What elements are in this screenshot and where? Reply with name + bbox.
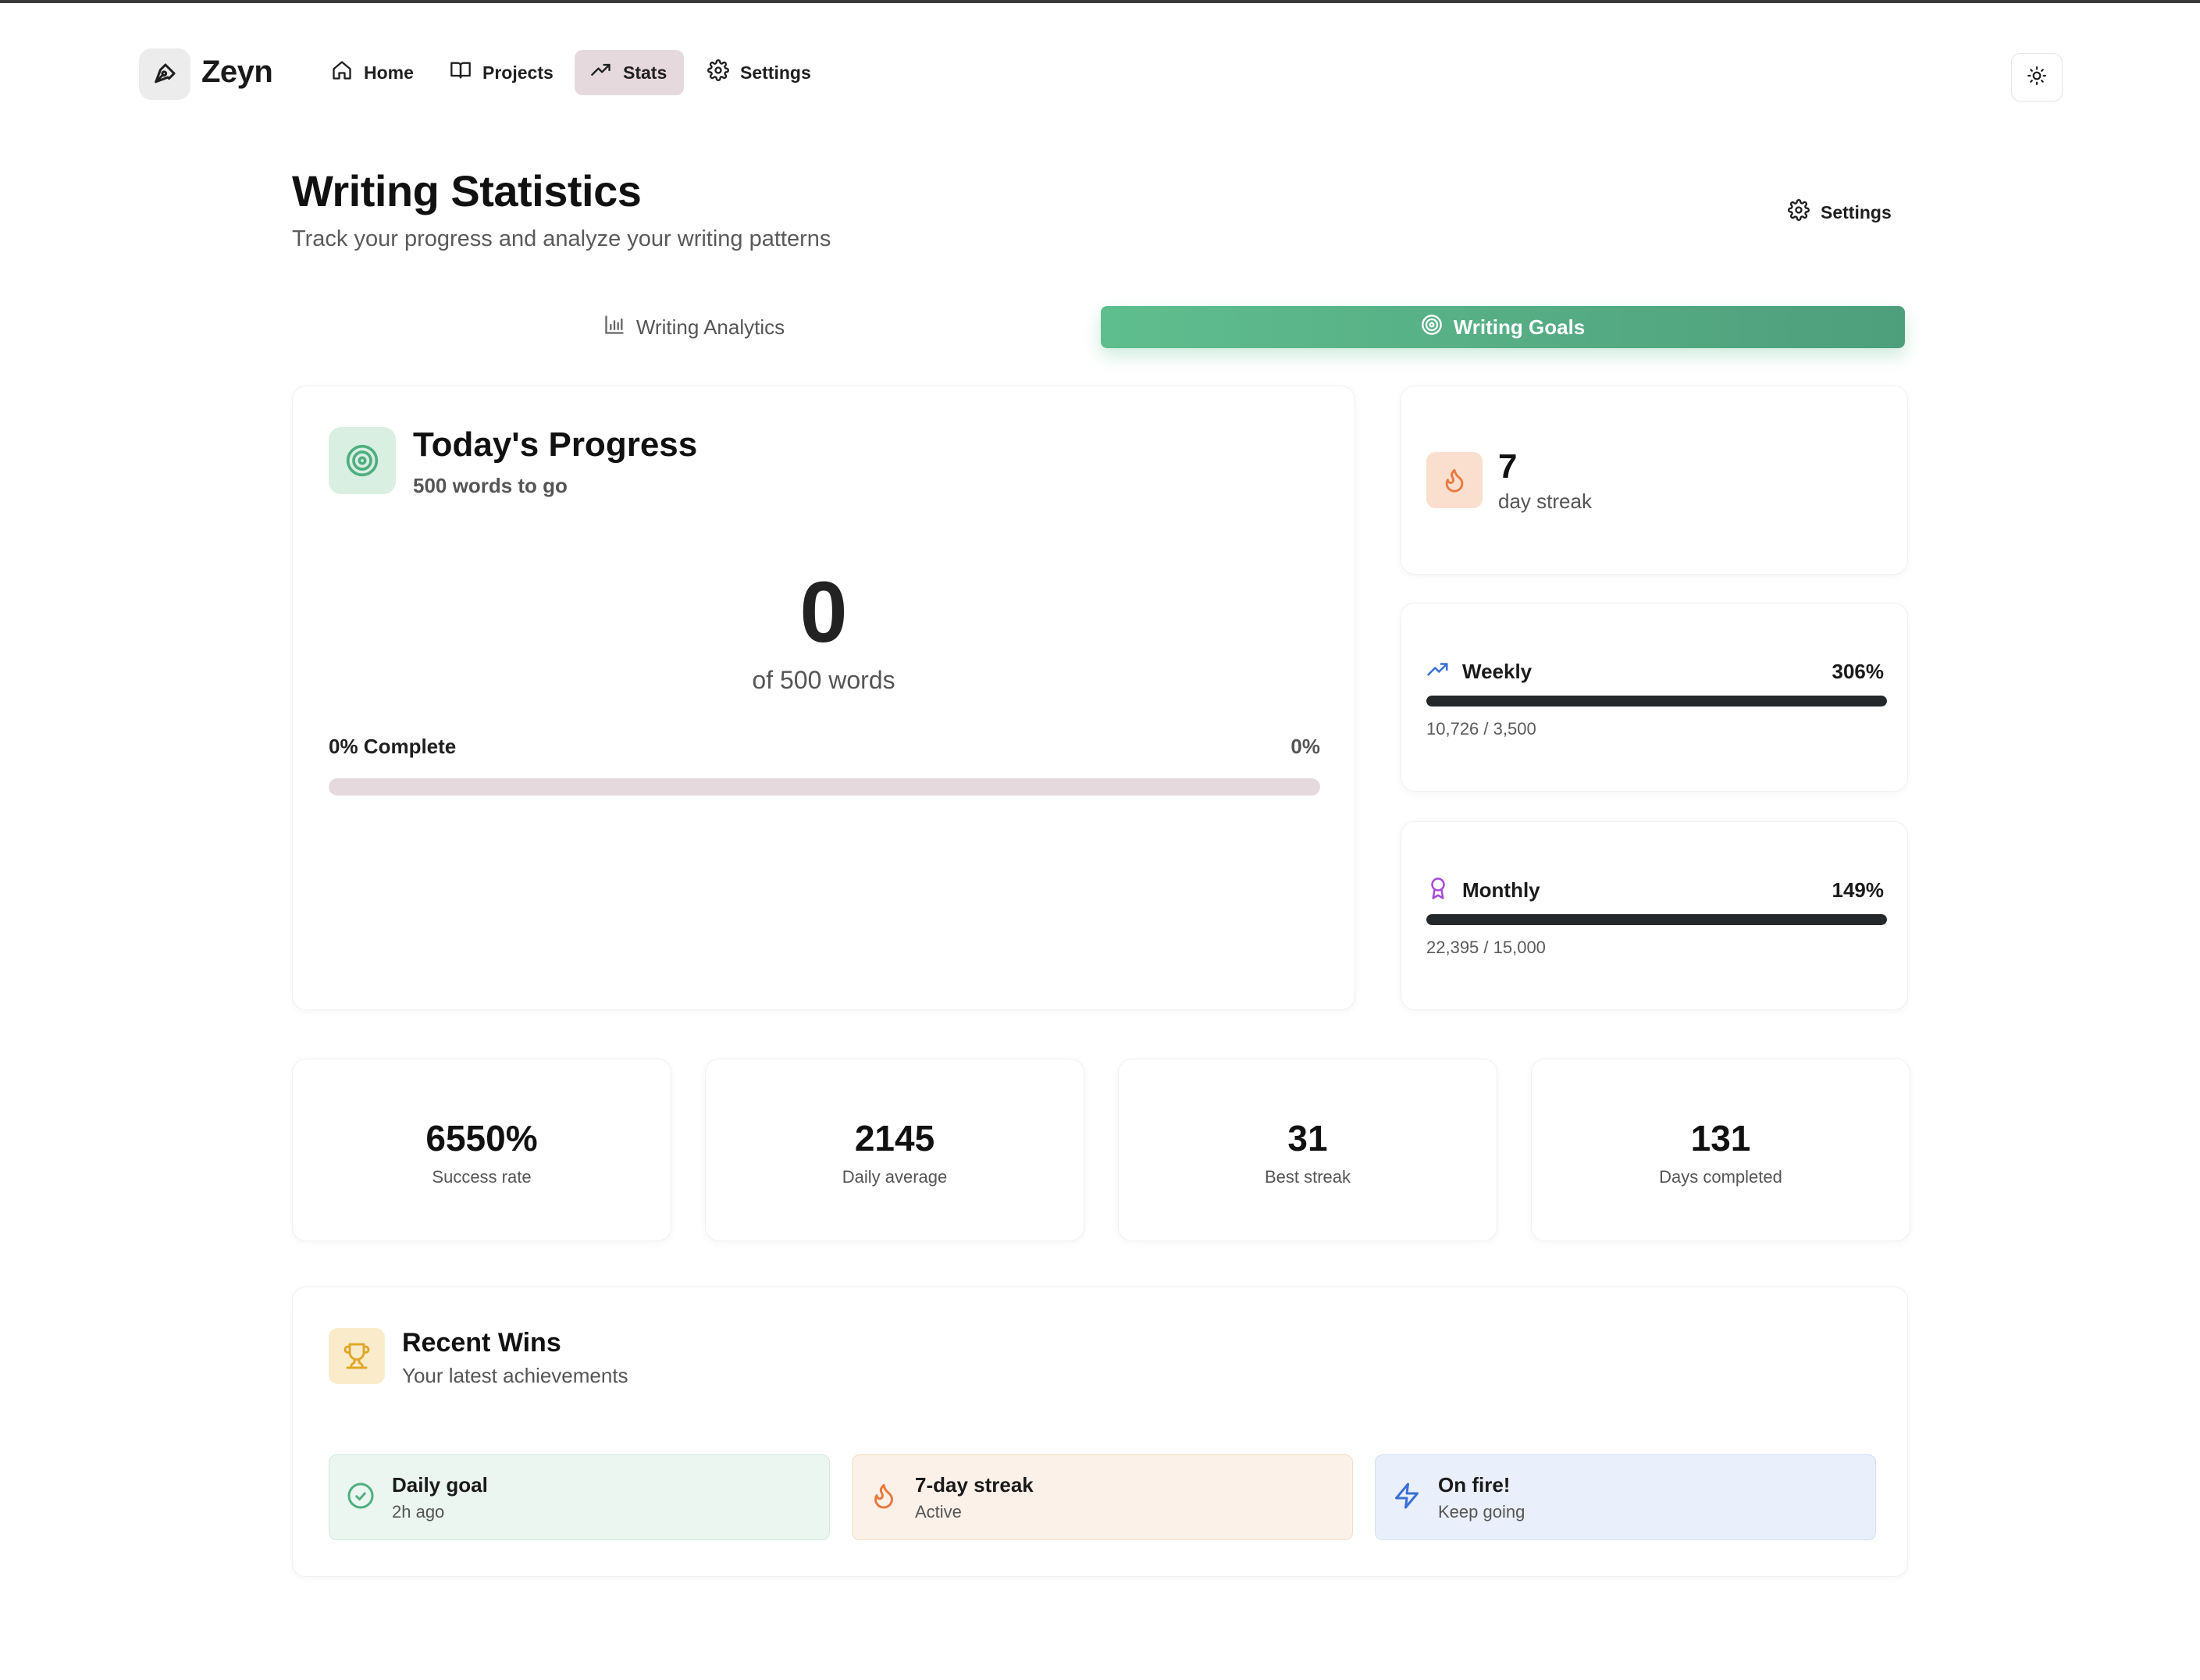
recent-wins-subtitle: Your latest achievements	[402, 1364, 628, 1387]
weekly-goal-name: Weekly	[1462, 660, 1533, 683]
stat-value: 31	[1287, 1118, 1328, 1159]
stat-days-completed: 131 Days completed	[1531, 1059, 1910, 1241]
sun-icon	[2027, 66, 2047, 90]
nav-projects-label: Projects	[482, 62, 554, 83]
nav-home-label: Home	[364, 62, 414, 83]
streak-value: 7	[1498, 447, 1518, 486]
app-name[interactable]: Zeyn	[201, 55, 273, 90]
words-written-count: 0	[799, 564, 848, 660]
target-icon	[329, 427, 396, 494]
tab-writing-analytics-label: Writing Analytics	[635, 315, 785, 339]
page-subtitle: Track your progress and analyze your wri…	[292, 226, 831, 251]
monthly-goal-percent: 149%	[1832, 878, 1885, 902]
header-settings-button[interactable]: Settings	[1788, 195, 1892, 230]
tab-writing-goals-label: Writing Goals	[1453, 315, 1586, 339]
win-subtitle: Active	[915, 1501, 962, 1522]
todays-progress-title: Today's Progress	[413, 425, 698, 464]
win-item-on-fire[interactable]: On fire! Keep going	[1375, 1454, 1876, 1540]
stat-daily-average: 2145 Daily average	[705, 1059, 1084, 1241]
weekly-goal-card: Weekly 306% 10,726 / 3,500	[1401, 603, 1908, 792]
monthly-goal-detail: 22,395 / 15,000	[1426, 938, 1546, 957]
words-goal-label: of 500 words	[752, 666, 895, 694]
weekly-progress-fill	[1426, 696, 1887, 707]
bar-chart-icon	[603, 314, 625, 341]
nav-settings-label: Settings	[740, 62, 811, 83]
monthly-goal-name: Monthly	[1462, 878, 1540, 902]
nav-stats[interactable]: Stats	[575, 50, 684, 95]
award-icon	[1426, 877, 1450, 904]
nav-home[interactable]: Home	[315, 50, 429, 95]
trophy-icon	[329, 1328, 385, 1384]
win-subtitle: Keep going	[1438, 1501, 1525, 1522]
trending-up-icon	[590, 59, 612, 86]
monthly-goal-card: Monthly 149% 22,395 / 15,000	[1401, 821, 1908, 1010]
top-nav: Zeyn Home Projects Stats Settings	[0, 3, 2200, 144]
win-title: On fire!	[1438, 1472, 1511, 1497]
stat-label: Daily average	[842, 1167, 948, 1187]
stat-value: 131	[1690, 1118, 1751, 1159]
trending-up-icon	[1426, 658, 1450, 685]
streak-card: 7 day streak	[1401, 386, 1908, 575]
words-to-go: 500 words to go	[413, 474, 568, 497]
stat-label: Days completed	[1659, 1167, 1782, 1187]
home-icon	[331, 59, 353, 86]
recent-wins-title: Recent Wins	[402, 1328, 561, 1358]
complete-percent: 0%	[1290, 735, 1320, 758]
flame-icon	[870, 1482, 898, 1514]
monthly-progress-fill	[1426, 914, 1887, 925]
win-title: 7-day streak	[915, 1472, 1034, 1497]
nav-stats-label: Stats	[623, 62, 667, 83]
nav-settings[interactable]: Settings	[692, 50, 827, 95]
page-title: Writing Statistics	[292, 166, 642, 215]
nav-projects[interactable]: Projects	[434, 50, 569, 95]
todays-progress-card: Today's Progress 500 words to go 0 of 50…	[292, 386, 1355, 1010]
stat-label: Best streak	[1264, 1167, 1351, 1187]
stat-success-rate: 6550% Success rate	[292, 1059, 671, 1241]
check-circle-icon	[347, 1482, 375, 1514]
theme-toggle-button[interactable]	[2011, 53, 2063, 101]
logo-icon[interactable]	[139, 48, 190, 100]
stat-best-streak: 31 Best streak	[1118, 1059, 1497, 1241]
header-settings-label: Settings	[1821, 201, 1892, 222]
today-progress-bar	[329, 778, 1320, 796]
weekly-progress-bar	[1426, 696, 1887, 707]
win-item-daily-goal[interactable]: Daily goal 2h ago	[329, 1454, 830, 1540]
target-icon	[1421, 314, 1443, 341]
win-subtitle: 2h ago	[392, 1501, 445, 1522]
gear-icon	[1788, 199, 1810, 226]
win-title: Daily goal	[392, 1472, 488, 1497]
flame-icon	[1426, 452, 1483, 508]
recent-wins-card: Recent Wins Your latest achievements Dai…	[292, 1287, 1908, 1577]
complete-label: 0% Complete	[329, 735, 457, 758]
book-icon	[450, 59, 472, 86]
weekly-goal-percent: 306%	[1832, 660, 1885, 683]
win-item-streak[interactable]: 7-day streak Active	[852, 1454, 1353, 1540]
stat-value: 6550%	[425, 1118, 538, 1159]
monthly-progress-bar	[1426, 914, 1887, 925]
weekly-goal-detail: 10,726 / 3,500	[1426, 719, 1536, 739]
tab-writing-goals[interactable]: Writing Goals	[1101, 306, 1905, 348]
zap-icon	[1393, 1482, 1421, 1514]
stat-value: 2145	[854, 1118, 935, 1159]
stat-label: Success rate	[432, 1167, 532, 1187]
tab-writing-analytics[interactable]: Writing Analytics	[292, 306, 1096, 348]
gear-icon	[707, 59, 729, 86]
streak-label: day streak	[1498, 489, 1592, 513]
